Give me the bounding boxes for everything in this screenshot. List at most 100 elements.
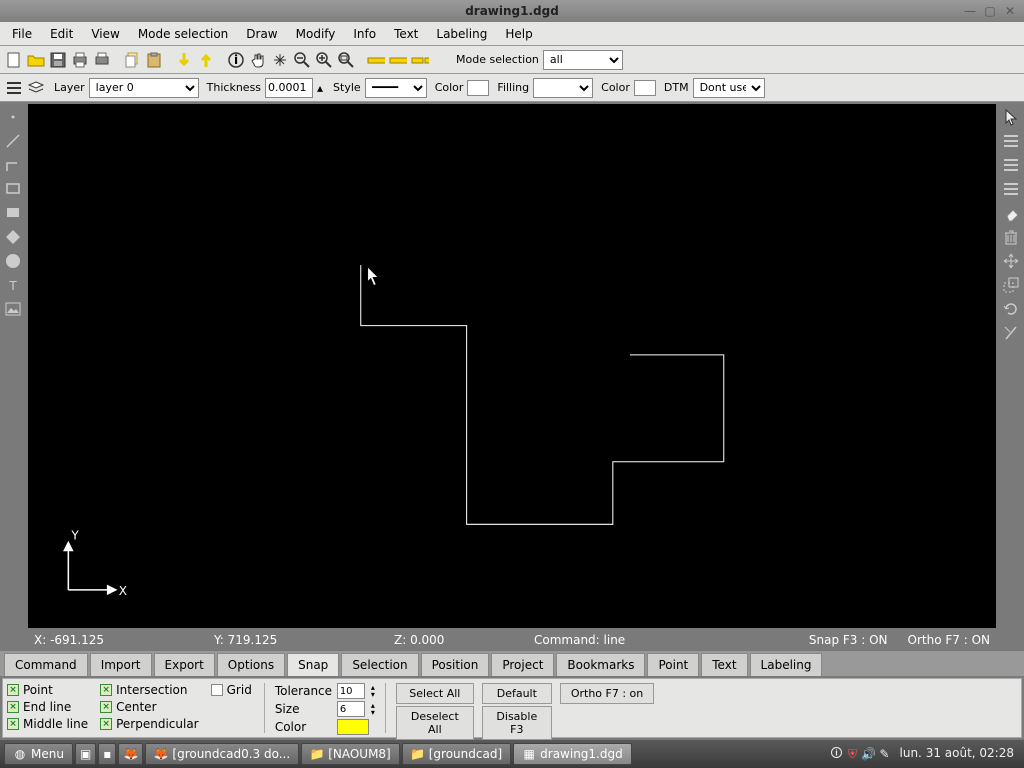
menu-help[interactable]: Help [497,24,540,44]
taskbar-menu[interactable]: ◍Menu [4,743,73,765]
style-select[interactable]: ━━━━ [365,78,427,98]
tool-diamond-icon[interactable] [2,226,24,248]
mode-selection-select[interactable]: all [543,50,623,70]
print-icon[interactable] [70,50,90,70]
menu-info[interactable]: Info [345,24,384,44]
menu-draw[interactable]: Draw [238,24,285,44]
tool-lines2-icon[interactable] [1000,154,1022,176]
menu-view[interactable]: View [83,24,127,44]
size-input[interactable] [337,701,365,717]
tool-rotate-icon[interactable] [1000,298,1022,320]
status-ortho: Ortho F7 : ON [908,633,990,647]
taskbar-firefox-icon[interactable]: 🦊 [118,743,143,765]
copy-icon[interactable] [122,50,142,70]
deselect-all-button[interactable]: Deselect All [396,706,474,740]
layer-select[interactable]: layer 0 [89,78,199,98]
pan-icon[interactable] [248,50,268,70]
tab-bookmarks[interactable]: Bookmarks [556,653,645,676]
tab-position[interactable]: Position [421,653,490,676]
dim-3-icon[interactable] [410,50,430,70]
tray-shield-icon[interactable]: ⛨ [846,747,860,761]
tray-update-icon[interactable]: 🛈 [830,747,844,761]
print2-icon[interactable] [92,50,112,70]
tool-rectfill-icon[interactable] [2,202,24,224]
default-button[interactable]: Default [482,683,552,704]
tray-network-icon[interactable]: ✎ [878,747,892,761]
snap-perpendicular[interactable]: ×Perpendicular [100,717,199,731]
select-all-button[interactable]: Select All [396,683,474,704]
tab-import[interactable]: Import [90,653,152,676]
tab-options[interactable]: Options [217,653,285,676]
snap-intersection[interactable]: ×Intersection [100,683,199,697]
tool-lines1-icon[interactable] [1000,130,1022,152]
tool-text-icon[interactable]: T [2,274,24,296]
tolerance-input[interactable] [337,683,365,699]
tab-project[interactable]: Project [491,653,554,676]
taskbar-item-1[interactable]: 📁[NAOUM8] [301,743,400,765]
arrow-down-icon[interactable] [174,50,194,70]
info-icon[interactable]: i [226,50,246,70]
tool-mirror-icon[interactable] [1000,322,1022,344]
menu-mode-selection[interactable]: Mode selection [130,24,236,44]
zoom-fit-icon[interactable] [270,50,290,70]
snap-endline[interactable]: ×End line [7,700,88,714]
save-icon[interactable] [48,50,68,70]
list-icon[interactable] [4,78,24,98]
snap-center[interactable]: ×Center [100,700,199,714]
tab-snap[interactable]: Snap [287,653,339,676]
taskbar-item-0[interactable]: 🦊[groundcad0.3 do... [145,743,299,765]
thickness-spinner[interactable]: ▴ [315,78,325,98]
paste-icon[interactable] [144,50,164,70]
tool-select-icon[interactable] [1000,106,1022,128]
taskbar-item-3[interactable]: ▦drawing1.dgd [513,743,632,765]
taskbar-item-2[interactable]: 📁[groundcad] [402,743,511,765]
menu-labeling[interactable]: Labeling [428,24,495,44]
layer-icon[interactable] [26,78,46,98]
zoom-window-icon[interactable] [336,50,356,70]
snap-point[interactable]: ×Point [7,683,88,697]
snap-grid[interactable]: ×Grid [211,683,252,697]
tab-selection[interactable]: Selection [341,653,418,676]
taskbar-desktop-icon[interactable]: ▣ [75,743,96,765]
menu-file[interactable]: File [4,24,40,44]
tab-point[interactable]: Point [647,653,699,676]
color-swatch[interactable] [467,80,489,96]
tool-point-icon[interactable] [2,106,24,128]
disable-button[interactable]: Disable F3 [482,706,552,740]
menu-text[interactable]: Text [386,24,426,44]
new-icon[interactable] [4,50,24,70]
taskbar-terminal-icon[interactable]: ▪ [98,743,116,765]
dtm-select[interactable]: Dont use [693,78,765,98]
menu-edit[interactable]: Edit [42,24,81,44]
tool-eraser-icon[interactable] [1000,202,1022,224]
snap-middleline[interactable]: ×Middle line [7,717,88,731]
menu-modify[interactable]: Modify [288,24,344,44]
tray-volume-icon[interactable]: 🔊 [862,747,876,761]
color2-swatch[interactable] [634,80,656,96]
tool-rect-icon[interactable] [2,178,24,200]
dim-1-icon[interactable] [366,50,386,70]
snap-color-swatch[interactable] [337,719,369,735]
tool-circle-icon[interactable] [2,250,24,272]
ortho-button[interactable]: Ortho F7 : on [560,683,654,704]
dim-2-icon[interactable] [388,50,408,70]
zoom-in-icon[interactable] [314,50,334,70]
tool-lines3-icon[interactable] [1000,178,1022,200]
tool-polyline-icon[interactable] [2,154,24,176]
tab-command[interactable]: Command [4,653,88,676]
filling-select[interactable] [533,78,593,98]
arrow-up-icon[interactable] [196,50,216,70]
svg-text:T: T [8,279,17,293]
tool-line-icon[interactable] [2,130,24,152]
zoom-out-icon[interactable] [292,50,312,70]
tab-labeling[interactable]: Labeling [750,653,823,676]
tab-export[interactable]: Export [154,653,215,676]
drawing-canvas[interactable]: Y X [28,104,996,628]
tool-trash-icon[interactable] [1000,226,1022,248]
open-icon[interactable] [26,50,46,70]
thickness-input[interactable] [265,78,313,98]
tool-move-icon[interactable] [1000,250,1022,272]
tool-image-icon[interactable] [2,298,24,320]
tool-scale-icon[interactable] [1000,274,1022,296]
tab-text[interactable]: Text [701,653,747,676]
